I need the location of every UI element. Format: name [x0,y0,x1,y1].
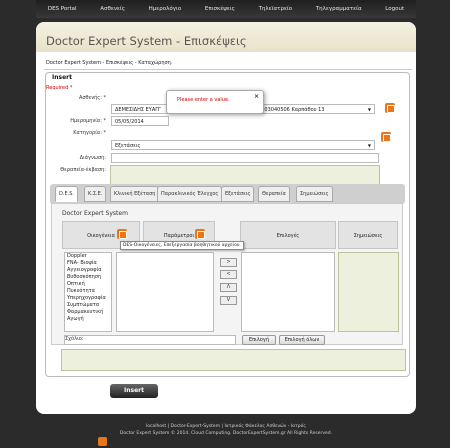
select-button[interactable]: Επιλογή [242,335,276,345]
tab-clinical-exam[interactable]: Κλινική Εξέταση [110,186,160,202]
breadcrumb: Doctor Expert System - Επισκέψεις - Κατα… [46,60,173,66]
select-all-button[interactable]: Επιλογή όλων [279,335,325,345]
category-select[interactable]: Εξετάσεις ▼ [111,140,375,150]
list-item[interactable]: Αγγειογραφία [65,267,111,274]
move-down-button[interactable]: V [220,296,237,305]
comment-label: Σχόλιο: [65,336,84,342]
families-header-label: Οικογένεια [87,233,115,239]
edit-params-button[interactable] [195,229,205,239]
add-category-button[interactable] [381,132,391,142]
move-up-button[interactable]: Λ [220,283,237,292]
nav-des-portal[interactable]: DES Portal [48,6,77,12]
required-note: Required * [46,85,73,91]
tab-des[interactable]: D.E.S. [55,186,78,202]
page-title: Doctor Expert System - Επισκέψεις [36,22,416,52]
nav-patients[interactable]: Ασθενείς [100,6,125,12]
category-label: Κατηγορία: * [73,130,106,136]
list-item[interactable]: Βυθοσκόπηση [65,274,111,281]
tooltip-text: Please enter a value. [177,97,230,103]
diagnosis-label: Διάγνωση: [79,155,106,161]
validation-tooltip: Please enter a value. × [166,90,264,114]
cloud-logo-icon [98,437,107,446]
options-list[interactable] [241,252,335,332]
footer-line2: Doctor Expert System © 2014. Cloud Compu… [119,431,333,436]
patient-value: ΔΕΜΕΣΙΔΗΣ ΕΥΑΓΓ [115,107,161,113]
divider [44,69,412,70]
top-nav: DES Portal Ασθενείς Ημερολόγιο Επισκέψει… [36,0,416,18]
therapy-label: Θεραπεία-έκβαση: [60,167,106,173]
list-item[interactable]: Υπερηχογραφία [65,295,111,302]
comment-input[interactable] [64,335,236,345]
list-item[interactable]: Doppler [65,253,111,260]
chevron-down-icon: ▼ [367,143,371,148]
therapy-textarea[interactable] [110,165,380,185]
insert-button[interactable]: Insert [110,384,158,398]
options-header-label: Επιλογές [276,233,300,239]
list-item[interactable]: FNA- Βιοψία [65,260,111,267]
category-value: Εξετάσεις [115,143,141,149]
tab-kse[interactable]: Κ.Σ.Ε. [84,186,107,202]
footer-line1: localhost | Doctor-Expert-System | Ιατρι… [145,424,307,429]
list-item[interactable]: Συμπτώματα [65,302,111,309]
move-right-button[interactable]: > [220,258,237,267]
panel-title: Doctor Expert System [62,210,128,217]
diagnosis-input[interactable] [111,153,379,163]
nav-telesecretary[interactable]: Τηλεγραμματεία [316,6,362,12]
families-hover-tip: DES-Οικογένειες, Επεξεργασία βοηθητικού … [120,241,244,250]
list-item[interactable]: Οπτική Πυκνότητα [65,281,111,295]
nav-visits[interactable]: Επισκέψεις [205,6,235,12]
tab-therapy[interactable]: Θεραπεία [258,186,290,202]
notes-header: Σημειώσεις [338,221,398,249]
tab-paraclinical[interactable]: Παρακλινικός Έλεγχος [157,186,223,202]
notes-header-label: Σημειώσεις [353,233,383,239]
nav-logout[interactable]: Logout [385,6,404,12]
add-patient-button[interactable] [385,103,395,113]
date-label: Ημερομηνία: * [70,118,106,124]
fieldset-legend: Insert [50,74,74,81]
params-header-label: Παράμετροι [163,233,195,239]
params-list[interactable] [116,252,214,332]
nav-telemedicine[interactable]: Τηλεϊατρείο [259,6,293,12]
families-list[interactable]: Doppler FNA- Βιοψία Αγγειογραφία Βυθοσκό… [64,252,112,332]
move-left-button[interactable]: < [220,270,237,279]
bottom-textarea[interactable] [61,349,406,371]
notes-textarea[interactable] [338,252,399,332]
list-item[interactable]: Φαρμακευτική Αγωγή [65,309,111,323]
tab-exams[interactable]: Εξετάσεις [221,186,255,202]
options-header: Επιλογές [240,221,336,249]
edit-families-button[interactable] [117,229,127,239]
chevron-down-icon: ▼ [367,107,371,112]
nav-calendar[interactable]: Ημερολόγιο [149,6,182,12]
close-icon[interactable]: × [254,93,259,100]
patient-label: Ασθενής: * [78,95,106,101]
footer: localhost | Doctor-Expert-System | Ιατρι… [36,418,416,448]
date-input[interactable]: 05/05/2014 [111,116,169,126]
tab-notes[interactable]: Σημειώσεις [296,186,333,202]
